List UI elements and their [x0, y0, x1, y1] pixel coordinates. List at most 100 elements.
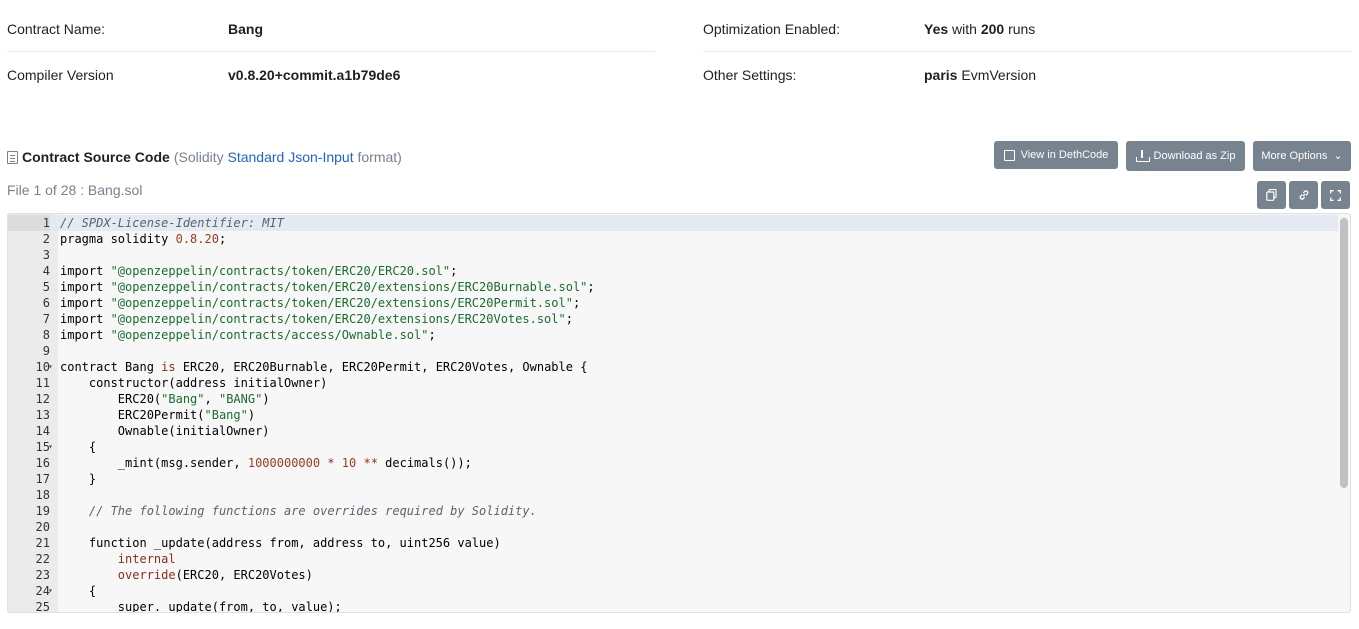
- line-number: 10: [35, 360, 50, 374]
- code-token: {: [60, 440, 97, 454]
- code-token: "BANG": [218, 392, 263, 406]
- code-token: "@openzeppelin/contracts/token/ERC20/ext…: [110, 296, 573, 310]
- code-line: 2 pragma solidity 0.8.20;: [8, 231, 1338, 247]
- code-token: ERC20(: [60, 392, 162, 406]
- view-in-dethcode-button[interactable]: View in DethCode: [994, 141, 1118, 169]
- more-options-button[interactable]: More Options ⌄: [1253, 141, 1351, 171]
- optimization-with: with: [948, 20, 981, 37]
- code-line: 14 Ownable(initialOwner): [8, 423, 1338, 439]
- code-token: ;: [218, 232, 227, 246]
- code-token: ERC20Permit(: [60, 408, 205, 422]
- compiler-text: v0.8.20+commit.a1b79de6: [228, 67, 401, 83]
- code-token: ): [262, 392, 270, 406]
- code-line: 9: [8, 343, 1338, 359]
- code-line: 22 internal: [8, 551, 1338, 567]
- optimization-value: Yes with 200 runs: [924, 21, 1035, 37]
- contract-info-right: Optimization Enabled: Yes with 200 runs …: [703, 6, 1351, 98]
- source-format: (Solidity Standard Json-Input format): [174, 149, 402, 165]
- code-token: }: [60, 472, 97, 486]
- line-number: 21: [35, 536, 50, 550]
- code-token: function _update(address from, address t…: [60, 536, 501, 550]
- contract-name-value: Bang: [228, 21, 263, 37]
- code-line: 11 constructor(address initialOwner): [8, 375, 1338, 391]
- code-token: super._update(from, to, value);: [60, 600, 342, 613]
- other-settings-row: Other Settings: paris EvmVersion: [703, 52, 1351, 98]
- code-token: {: [60, 584, 97, 598]
- line-number: 25: [35, 600, 50, 613]
- link-icon: [1299, 190, 1308, 200]
- code-token: **: [363, 456, 378, 470]
- fullscreen-button[interactable]: [1321, 181, 1350, 209]
- download-zip-button[interactable]: Download as Zip: [1126, 141, 1245, 171]
- code-token: is: [161, 360, 176, 374]
- code-line: 16 _mint(msg.sender, 1000000000 * 10 ** …: [8, 455, 1338, 471]
- line-number: 22: [35, 552, 50, 566]
- code-token: import: [60, 264, 111, 278]
- code-token: Ownable(initialOwner): [60, 424, 270, 438]
- line-number: 24: [35, 584, 50, 598]
- code-text: import "@openzeppelin/contracts/token/ER…: [60, 295, 580, 311]
- code-token: import: [60, 296, 111, 310]
- contract-name-row: Contract Name: Bang: [7, 6, 655, 52]
- code-line: 6 import "@openzeppelin/contracts/token/E…: [8, 295, 1338, 311]
- code-text: internal: [60, 551, 176, 567]
- line-number: 2: [42, 232, 50, 246]
- code-line: 4 import "@openzeppelin/contracts/token/E…: [8, 263, 1338, 279]
- code-token: ): [247, 408, 256, 422]
- code-token: "Bang": [161, 392, 205, 406]
- fold-arrow-icon[interactable]: ▾: [48, 583, 53, 599]
- code-text: ERC20("Bang", "BANG"): [60, 391, 270, 407]
- compiler-value: v0.8.20+commit.a1b79de6: [228, 67, 400, 83]
- line-number: 1: [8, 215, 50, 231]
- line-number: 15: [35, 440, 50, 454]
- source-format-close: format): [353, 149, 402, 165]
- file-label: File 1 of 28 : Bang.sol: [7, 182, 143, 198]
- code-text: // SPDX-License-Identifier: MIT: [60, 215, 284, 231]
- contract-name-label: Contract Name:: [7, 20, 106, 37]
- code-text: import "@openzeppelin/contracts/access/O…: [60, 327, 436, 343]
- code-token: // The following functions are overrides…: [88, 504, 537, 518]
- chevron-down-icon: ⌄: [1333, 149, 1343, 162]
- line-number: 13: [35, 408, 50, 422]
- code-line: 8 import "@openzeppelin/contracts/access/…: [8, 327, 1338, 343]
- code-line: 12 ERC20("Bang", "BANG"): [8, 391, 1338, 407]
- permalink-button[interactable]: [1289, 181, 1318, 209]
- code-token: // SPDX-License-Identifier: MIT: [60, 216, 284, 230]
- line-number: 19: [35, 504, 50, 518]
- code-text: ERC20Permit("Bang"): [60, 407, 255, 423]
- code-text: import "@openzeppelin/contracts/token/ER…: [60, 263, 457, 279]
- line-number: 4: [42, 264, 50, 278]
- fold-arrow-icon[interactable]: ▾: [48, 359, 53, 375]
- code-token: internal: [117, 552, 176, 566]
- code-text: super._update(from, to, value);: [60, 599, 342, 613]
- code-text: {: [60, 583, 96, 599]
- line-number: 16: [35, 456, 50, 470]
- code-line: 15 ▾ {: [8, 439, 1338, 455]
- code-line: 25 super._update(from, to, value);: [8, 599, 1338, 613]
- code-token: decimals());: [377, 456, 472, 470]
- code-token: 1000000000: [247, 456, 321, 470]
- line-number: 20: [35, 520, 50, 534]
- code-token: import: [60, 280, 111, 294]
- code-token: constructor(address initialOwner): [60, 376, 328, 390]
- other-settings-value: paris EvmVersion: [924, 67, 1036, 83]
- code-token: "@openzeppelin/contracts/access/Ownable.…: [110, 328, 429, 342]
- code-token: 10: [341, 456, 357, 470]
- code-line: 17 }: [8, 471, 1338, 487]
- line-number: 11: [35, 376, 50, 390]
- source-code-title: Contract Source Code: [22, 149, 170, 165]
- fullscreen-icon: [1330, 189, 1341, 201]
- line-number: 18: [35, 488, 50, 502]
- more-options-label: More Options: [1261, 150, 1328, 162]
- code-editor[interactable]: 1 // SPDX-License-Identifier: MIT 2 pragma …: [7, 213, 1351, 613]
- line-number: 6: [42, 296, 50, 310]
- code-token: ;: [565, 312, 573, 326]
- contract-info-table: Contract Name: Bang Compiler Version v0.…: [0, 0, 1359, 100]
- code-text: import "@openzeppelin/contracts/token/ER…: [60, 311, 573, 327]
- editor-scrollbar[interactable]: [1340, 218, 1348, 488]
- copy-button[interactable]: [1257, 181, 1286, 209]
- fold-arrow-icon[interactable]: ▾: [48, 439, 53, 455]
- code-token: (ERC20, ERC20Votes): [175, 568, 313, 582]
- standard-json-input-link[interactable]: Standard Json-Input: [228, 149, 354, 165]
